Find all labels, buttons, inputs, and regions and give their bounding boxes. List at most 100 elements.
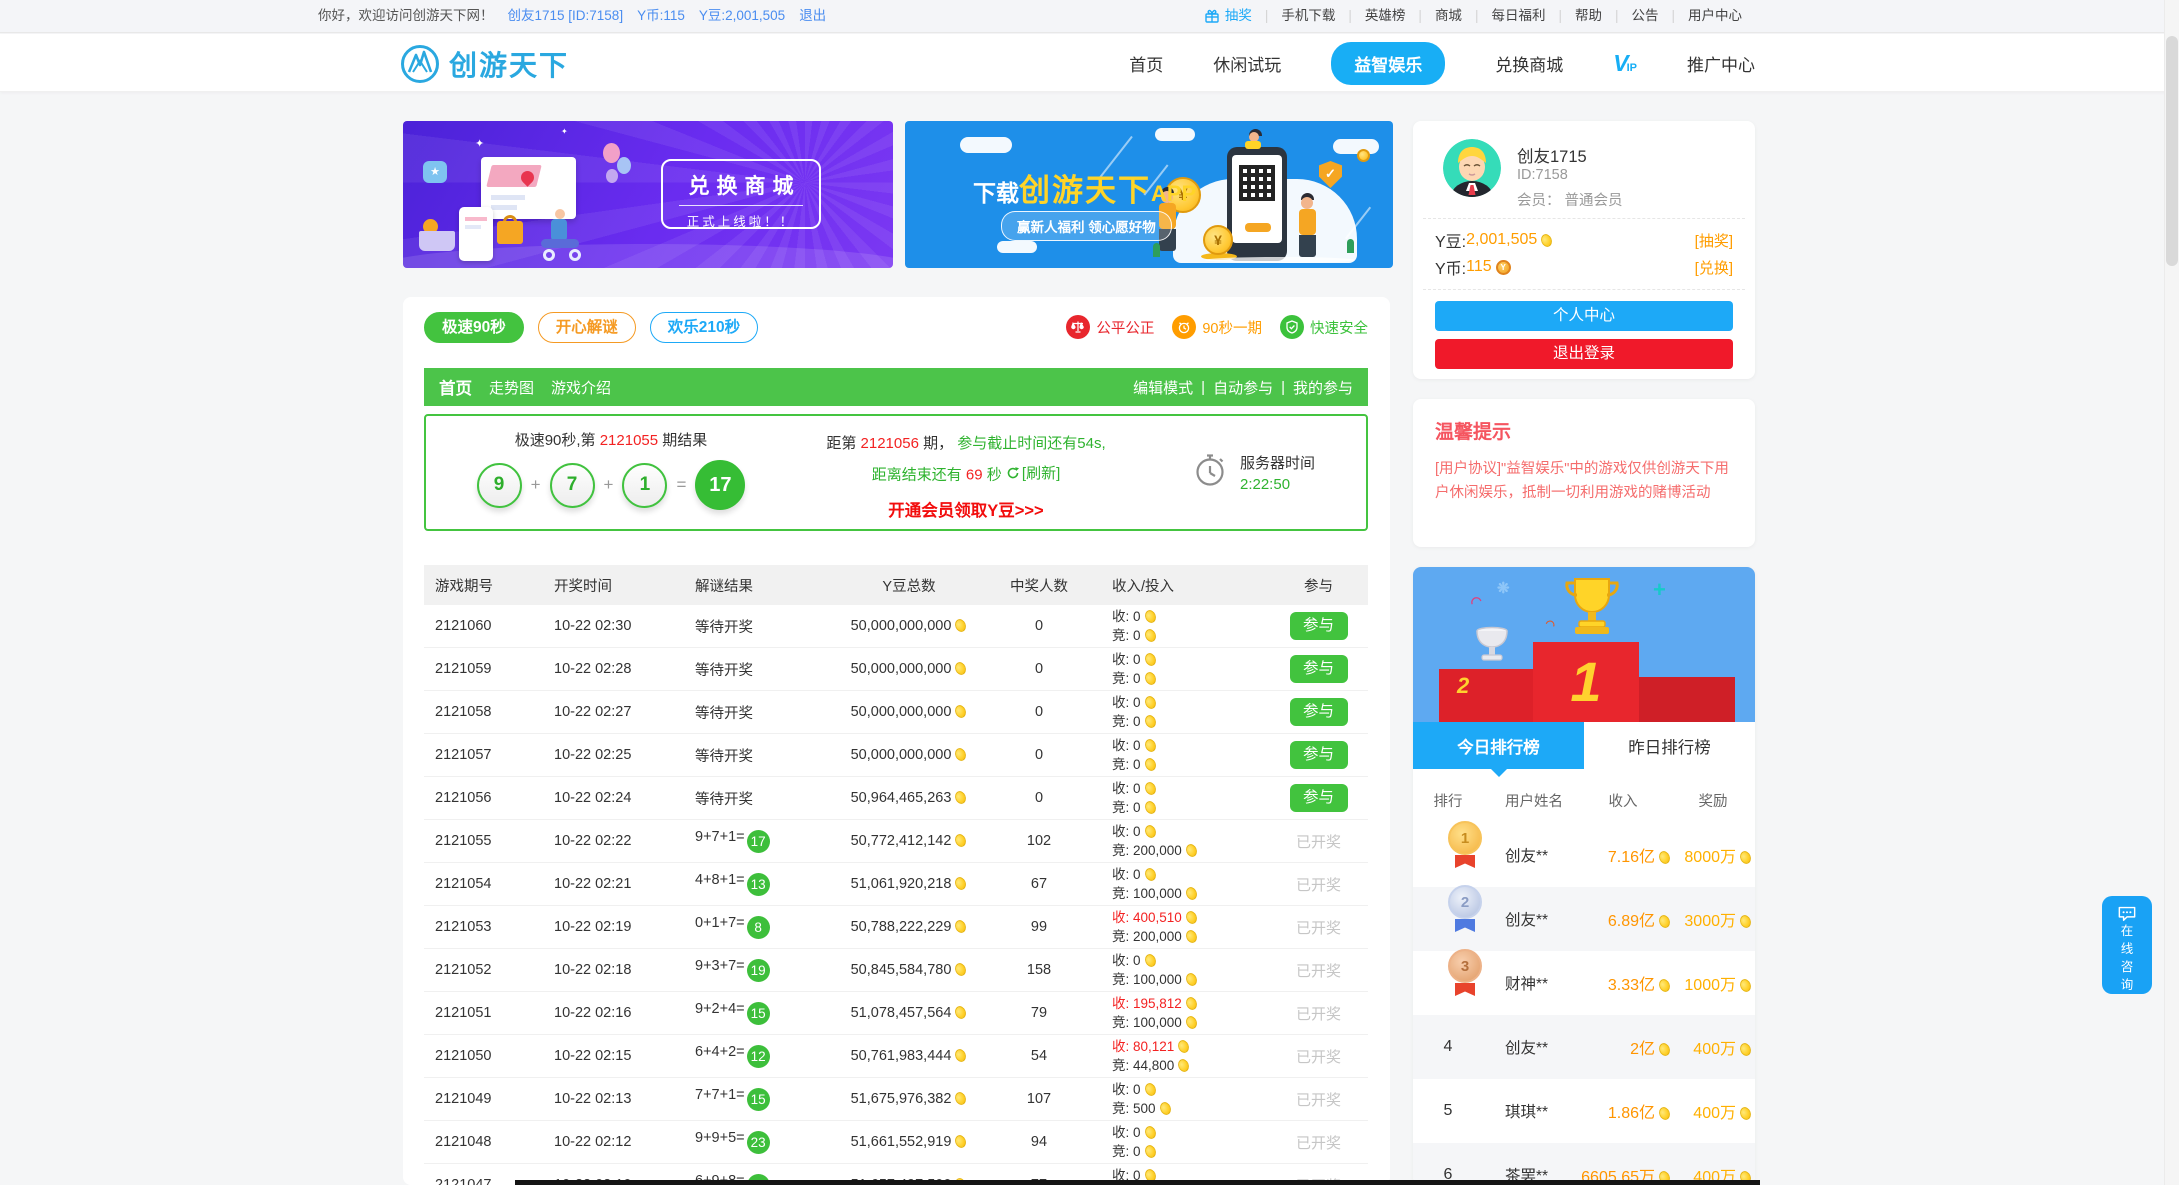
illustration-balloon xyxy=(617,157,631,174)
rank-tab[interactable]: 昨日排行榜 xyxy=(1584,722,1755,769)
logo-icon xyxy=(400,44,440,84)
coin-icon xyxy=(1738,978,1753,994)
result-formula: 6+4+2= xyxy=(695,1044,745,1060)
join-button[interactable]: 参与 xyxy=(1290,784,1348,812)
game-tab[interactable]: 欢乐210秒 xyxy=(650,312,758,343)
bet-line: 竞: 44,800 xyxy=(1112,1056,1269,1075)
banner-app-download[interactable]: ¥ ¥ ✓ 下载创游天下APP 赢新人福利 领心愿好物 xyxy=(905,121,1393,268)
cell-action: 参与 xyxy=(1269,655,1368,683)
coin-icon xyxy=(1143,867,1158,883)
coin-icon xyxy=(1177,1039,1192,1055)
illustration-person-head xyxy=(555,209,565,219)
topbar-menu-item[interactable]: 抽奖 xyxy=(1191,0,1265,32)
profile-button[interactable]: 个人中心 xyxy=(1435,301,1733,331)
rank-reward: 8000万 xyxy=(1671,843,1755,867)
game-tab[interactable]: 开心解谜 xyxy=(538,312,636,343)
coin-icon xyxy=(954,962,969,978)
subnav-item[interactable]: 走势图 xyxy=(489,377,534,398)
topbar-menu-label: 用户中心 xyxy=(1688,0,1742,32)
ybean-row: Y豆:2,001,505 [抽奖] xyxy=(1435,227,1733,253)
refresh-link[interactable]: [刷新] xyxy=(1006,462,1060,483)
browser-scrollbar[interactable] xyxy=(2164,0,2179,1185)
plus-sign: + xyxy=(531,475,541,495)
user-card: 创友1715 ID:7158 会员： 普通会员 Y豆:2,001,505 [抽奖… xyxy=(1413,121,1755,379)
next-mid: 期， xyxy=(919,435,957,452)
nav-item-VIP[interactable]: VIP xyxy=(1613,50,1637,77)
join-button[interactable]: 参与 xyxy=(1290,655,1348,683)
banner-exchange-mall[interactable]: ★ ✦ ✦ 兑换商城 正式上线啦！！ xyxy=(403,121,893,268)
coin-icon xyxy=(1738,1106,1753,1122)
join-button[interactable]: 参与 xyxy=(1290,698,1348,726)
rank-reward: 400万 xyxy=(1671,1099,1755,1123)
equals-sign: = xyxy=(676,475,686,495)
server-time-section: 服务器时间 2:22:50 xyxy=(1141,416,1366,529)
drawn-label: 已开奖 xyxy=(1296,920,1341,937)
topbar-user-link[interactable]: 创友1715 [ID:7158] xyxy=(508,0,624,32)
medal-number: 3 xyxy=(1448,949,1482,983)
topbar-menu-item[interactable]: 公告 xyxy=(1618,0,1671,32)
leaderboard-tabs: 今日排行榜昨日排行榜 xyxy=(1413,722,1755,769)
nav-item-首页[interactable]: 首页 xyxy=(1129,51,1163,76)
income-line: 收: 0 xyxy=(1112,822,1269,841)
total-value: 50,000,000,000 xyxy=(851,618,952,634)
cell-time: 10-22 02:12 xyxy=(554,1134,684,1150)
coin-icon xyxy=(954,1134,969,1150)
income-label: 收: 195,812 xyxy=(1112,996,1182,1011)
topbar-menu-item[interactable]: 商城 xyxy=(1422,0,1475,32)
table-row: 212105510-22 02:229+7+1=1750,772,412,142… xyxy=(424,820,1368,863)
subnav-item[interactable]: 自动参与 xyxy=(1213,377,1273,398)
bet-label: 竞: 0 xyxy=(1112,757,1141,772)
result-sum-badge: 17 xyxy=(747,830,770,853)
income-label: 收: 400,510 xyxy=(1112,910,1182,925)
coin-icon xyxy=(1657,850,1672,866)
income-label: 收: 0 xyxy=(1112,953,1141,968)
nav-item-休闲试玩[interactable]: 休闲试玩 xyxy=(1213,51,1281,76)
join-button[interactable]: 参与 xyxy=(1290,612,1348,640)
income-line: 收: 0 xyxy=(1112,1080,1269,1099)
reward-value: 400万 xyxy=(1693,1105,1736,1122)
exchange-link[interactable]: [兑换] xyxy=(1695,257,1733,278)
topbar-logout-link[interactable]: 退出 xyxy=(799,0,826,32)
rank-user-name: 创友** xyxy=(1483,908,1575,930)
topbar-menu-item[interactable]: 用户中心 xyxy=(1675,0,1755,32)
coin-icon xyxy=(954,704,969,720)
income-value: 1.86亿 xyxy=(1608,1105,1655,1122)
subnav-item[interactable]: 我的参与 xyxy=(1293,377,1353,398)
cell-result: 等待开奖 xyxy=(684,745,829,766)
rank-row: 4创友**2亿400万 xyxy=(1413,1015,1755,1079)
online-support-button[interactable]: 在线咨询 xyxy=(2102,896,2152,994)
site-logo[interactable]: 创游天下 xyxy=(400,44,569,84)
subnav-item[interactable]: 游戏介绍 xyxy=(551,377,611,398)
join-button[interactable]: 参与 xyxy=(1290,741,1348,769)
vip-claim-link[interactable]: 开通会员领取Y豆>>> xyxy=(796,497,1136,521)
topbar-menu-item[interactable]: 每日福利 xyxy=(1478,0,1558,32)
lottery-link[interactable]: [抽奖] xyxy=(1695,230,1733,251)
avatar[interactable] xyxy=(1443,139,1501,197)
nav-item-推广中心[interactable]: 推广中心 xyxy=(1687,51,1755,76)
cell-result: 9+7+1=17 xyxy=(684,829,829,853)
coin-icon xyxy=(954,876,969,892)
nav-item-益智娱乐[interactable]: 益智娱乐 xyxy=(1331,42,1445,85)
nav-item-兑换商城[interactable]: 兑换商城 xyxy=(1495,51,1563,76)
topbar-menu-item[interactable]: 英雄榜 xyxy=(1352,0,1419,32)
table-row: 212105410-22 02:214+8+1=1351,061,920,218… xyxy=(424,863,1368,906)
scrollbar-thumb[interactable] xyxy=(2166,36,2178,266)
rank-header-cell: 排行 xyxy=(1413,790,1483,811)
badge-label: 快速安全 xyxy=(1310,317,1368,338)
income-label: 收: 0 xyxy=(1112,652,1141,667)
income-value: 7.16亿 xyxy=(1608,849,1655,866)
main-navbar: 创游天下 首页 休闲试玩 益智娱乐 兑换商城 VIP 推广中心 xyxy=(0,34,2179,92)
income-label: 收: 0 xyxy=(1112,824,1141,839)
coin-icon xyxy=(1738,850,1753,866)
table-row: 212104810-22 02:129+9+5=2351,661,552,919… xyxy=(424,1121,1368,1164)
bet-label: 竞: 100,000 xyxy=(1112,886,1182,901)
game-tab[interactable]: 极速90秒 xyxy=(424,312,524,343)
logout-button[interactable]: 退出登录 xyxy=(1435,339,1733,369)
subnav-item[interactable]: 首页 xyxy=(439,375,472,399)
result-formula: 9+7+1= xyxy=(695,829,745,845)
topbar-menu-item[interactable]: 帮助 xyxy=(1562,0,1615,32)
topbar-menu-item[interactable]: 手机下载 xyxy=(1268,0,1348,32)
subnav-item[interactable]: 编辑模式 xyxy=(1133,377,1193,398)
notice-title: 温馨提示 xyxy=(1435,417,1733,444)
rank-tab[interactable]: 今日排行榜 xyxy=(1413,722,1584,769)
